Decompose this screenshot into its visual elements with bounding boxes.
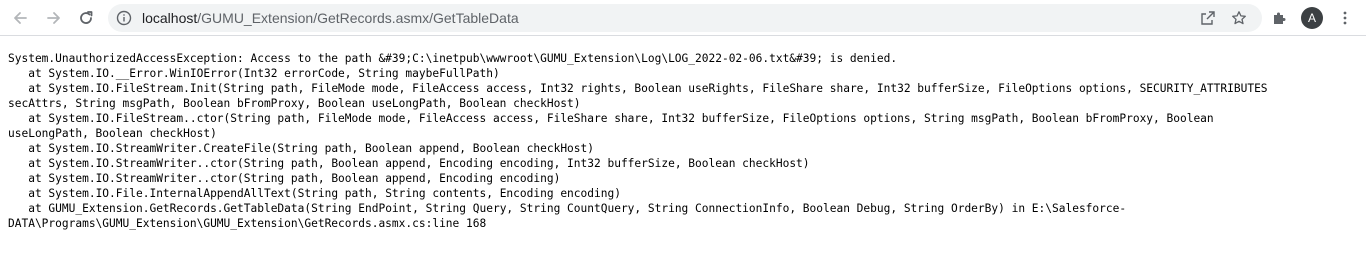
star-icon[interactable] bbox=[1229, 8, 1249, 28]
stack-line: at System.IO.StreamWriter.CreateFile(Str… bbox=[8, 142, 594, 155]
error-stack-trace: System.UnauthorizedAccessException: Acce… bbox=[8, 51, 1358, 231]
stack-line: useLongPath, Boolean checkHost) bbox=[8, 127, 217, 140]
url-text[interactable]: localhost/GUMU_Extension/GetRecords.asmx… bbox=[142, 4, 519, 32]
stack-line: at System.IO.FileStream..ctor(String pat… bbox=[8, 112, 1214, 125]
forward-button[interactable] bbox=[42, 6, 66, 30]
stack-line: DATA\Programs\GUMU_Extension\GUMU_Extens… bbox=[8, 217, 487, 230]
extensions-button[interactable] bbox=[1267, 6, 1291, 30]
stack-line: at System.IO.__Error.WinIOError(Int32 er… bbox=[8, 67, 500, 80]
stack-line: at System.IO.StreamWriter..ctor(String p… bbox=[8, 157, 810, 170]
back-button[interactable] bbox=[8, 6, 32, 30]
address-bar[interactable]: localhost/GUMU_Extension/GetRecords.asmx… bbox=[108, 4, 1262, 32]
arrow-right-icon bbox=[47, 12, 60, 24]
reload-button[interactable] bbox=[74, 6, 98, 30]
menu-button[interactable] bbox=[1333, 6, 1357, 30]
url-path: /GUMU_Extension/GetRecords.asmx/GetTable… bbox=[197, 10, 519, 26]
stack-line: at System.IO.FileStream.Init(String path… bbox=[8, 82, 1268, 95]
profile-avatar[interactable]: A bbox=[1301, 7, 1323, 29]
info-icon[interactable] bbox=[116, 10, 132, 26]
stack-line: System.UnauthorizedAccessException: Acce… bbox=[8, 52, 898, 65]
reload-icon bbox=[80, 11, 93, 24]
stack-line: at GUMU_Extension.GetRecords.GetTableDat… bbox=[8, 202, 1127, 215]
stack-line: at System.IO.File.InternalAppendAllText(… bbox=[8, 187, 621, 200]
browser-toolbar: localhost/GUMU_Extension/GetRecords.asmx… bbox=[0, 0, 1366, 36]
stack-line: at System.IO.StreamWriter..ctor(String p… bbox=[8, 172, 561, 185]
arrow-left-icon bbox=[14, 12, 27, 24]
share-icon[interactable] bbox=[1198, 8, 1218, 28]
puzzle-icon bbox=[1274, 12, 1286, 24]
more-vert-icon bbox=[1343, 11, 1347, 25]
url-host: localhost bbox=[142, 10, 198, 26]
stack-line: secAttrs, String msgPath, Boolean bFromP… bbox=[8, 97, 581, 110]
